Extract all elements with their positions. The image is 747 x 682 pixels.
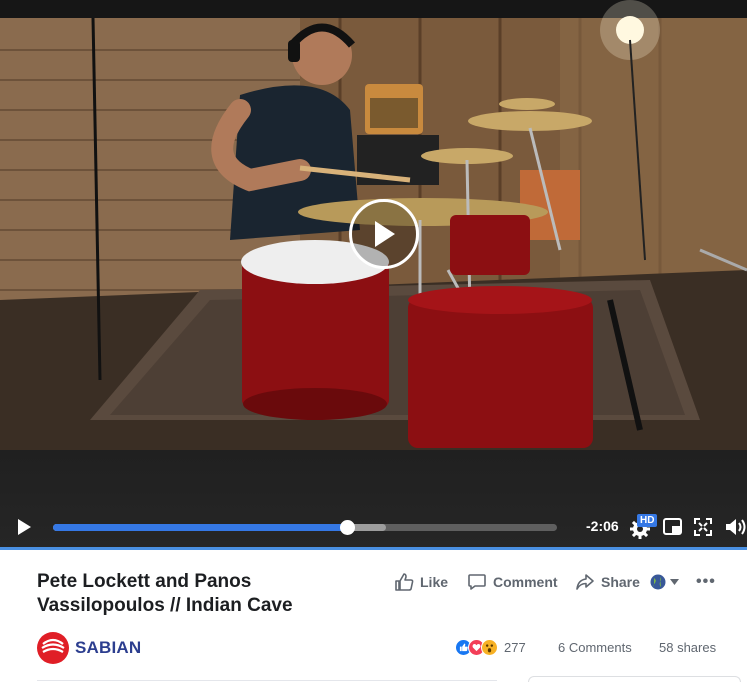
chevron-down-icon	[670, 579, 679, 585]
like-label: Like	[420, 574, 449, 590]
page-name: SABIAN	[75, 638, 142, 657]
hd-badge[interactable]: HD	[637, 514, 658, 527]
played-range	[53, 524, 348, 531]
speech-bubble-icon	[468, 574, 486, 590]
player-accent-edge	[0, 547, 747, 550]
comment-box-edge	[528, 676, 741, 682]
play-icon	[18, 519, 31, 535]
globe-icon	[650, 574, 666, 590]
video-controls: -2:06 HD	[0, 508, 747, 544]
thumbs-up-icon	[395, 573, 414, 591]
section-divider	[37, 680, 497, 681]
fullscreen-icon	[694, 518, 712, 536]
seek-handle[interactable]	[340, 520, 356, 535]
reactions-count: 277	[504, 640, 526, 655]
video-title-line-2: Vassilopoulos // Indian Cave	[37, 595, 293, 616]
comment-label: Comment	[493, 574, 558, 590]
volume-icon	[726, 519, 746, 535]
volume-button[interactable]	[724, 516, 747, 538]
comment-button[interactable]: Comment	[467, 572, 558, 592]
video-title-line-1: Pete Lockett and Panos	[37, 571, 252, 592]
page-link[interactable]: SABIAN	[37, 632, 141, 664]
picture-in-picture-icon	[663, 518, 682, 535]
center-play-button[interactable]	[349, 199, 419, 269]
seek-bar[interactable]	[53, 520, 557, 535]
time-remaining: -2:06	[586, 518, 619, 534]
picture-in-picture-button[interactable]	[663, 518, 682, 535]
video-title[interactable]: Pete Lockett and Panos Vassilopoulos // …	[37, 570, 357, 618]
share-arrow-icon	[576, 574, 594, 590]
audience-selector[interactable]	[650, 574, 679, 590]
play-button[interactable]	[14, 517, 34, 537]
wow-reaction-icon	[481, 639, 498, 656]
play-icon	[375, 221, 395, 247]
share-label: Share	[601, 574, 640, 590]
fullscreen-button[interactable]	[694, 518, 712, 536]
sabian-logo	[37, 632, 69, 664]
shares-count-link[interactable]: 58 shares	[659, 640, 716, 655]
share-button[interactable]: Share	[575, 572, 640, 592]
like-button[interactable]: Like	[394, 572, 448, 592]
comments-count-link[interactable]: 6 Comments	[558, 640, 632, 655]
more-options-button[interactable]: •••	[696, 573, 716, 591]
reactions-summary[interactable]: 277	[455, 639, 526, 656]
video-player[interactable]: -2:06 HD	[0, 0, 747, 550]
